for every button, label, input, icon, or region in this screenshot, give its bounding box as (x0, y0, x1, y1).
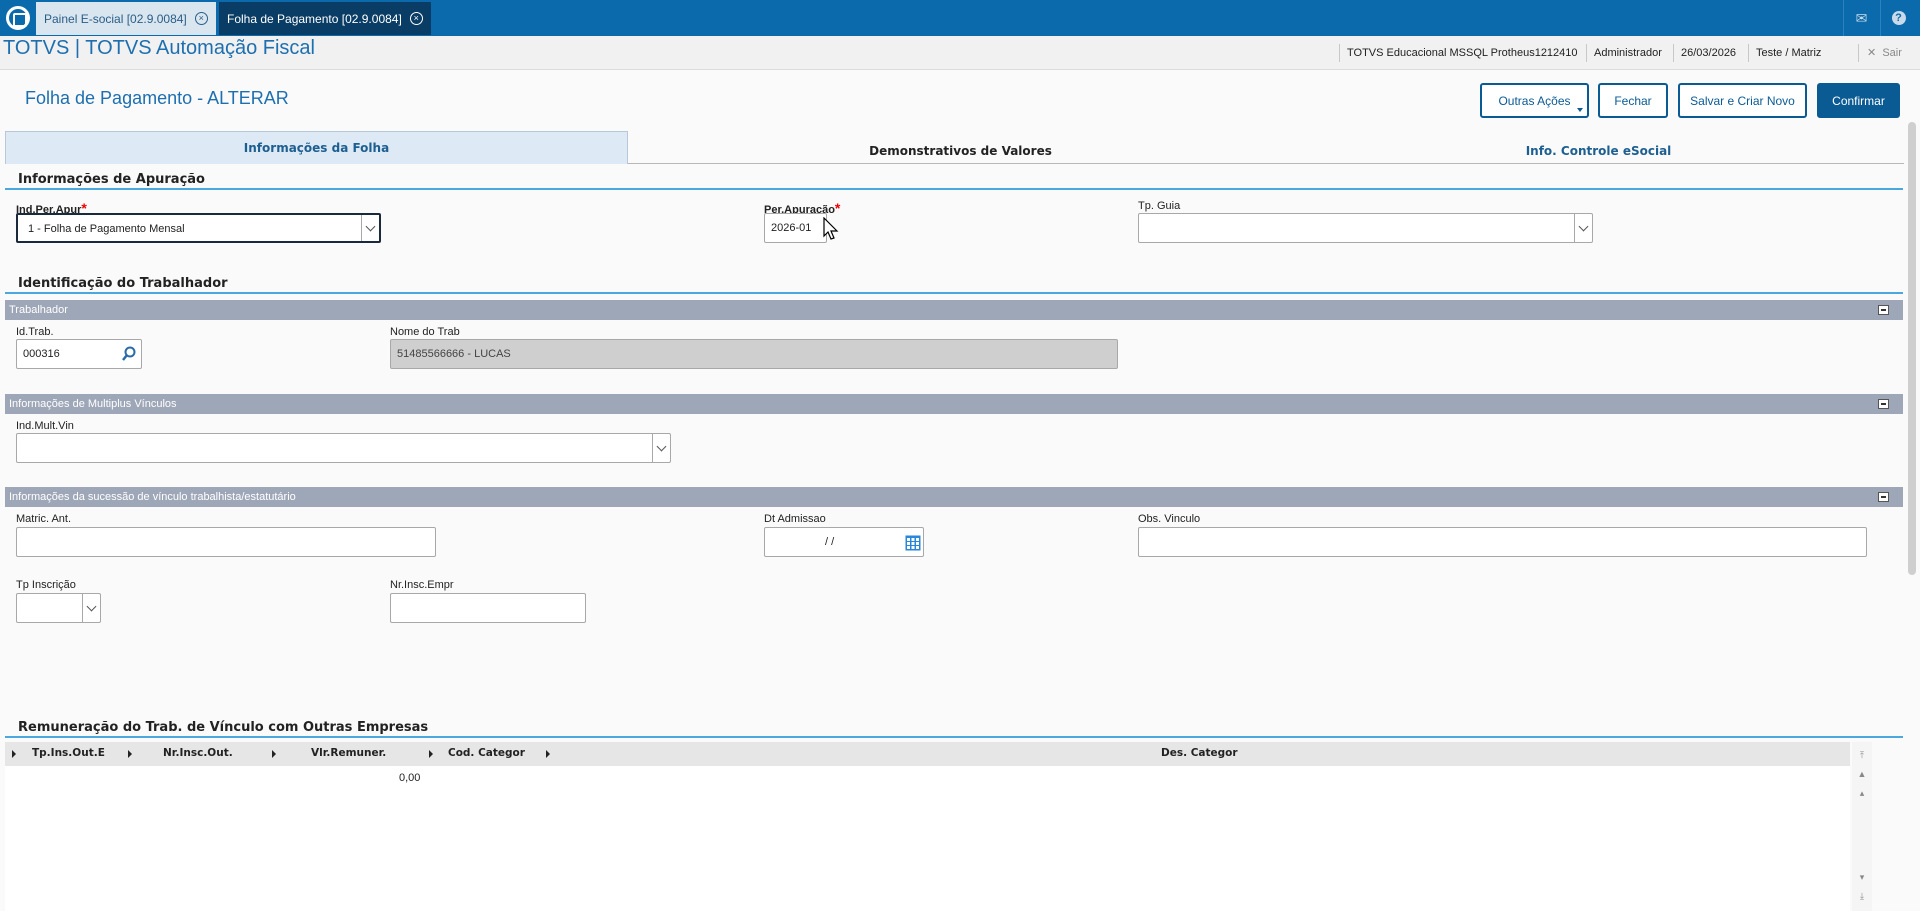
tp-guia-select[interactable] (1138, 213, 1593, 243)
id-trab-value: 000316 (23, 348, 60, 360)
branch-info[interactable]: Teste / Matriz (1748, 44, 1828, 62)
tab-folha-pagamento[interactable]: Folha de Pagamento [02.9.0084] × (219, 2, 431, 35)
tp-inscricao-label: Tp Inscrição (16, 579, 76, 591)
matric-ant-label: Matric. Ant. (16, 513, 72, 525)
page-title: Folha de Pagamento - ALTERAR (25, 88, 289, 108)
id-trab-input[interactable]: 000316 (16, 339, 142, 369)
tab-informacoes-folha[interactable]: Informações da Folha (5, 131, 628, 164)
chevron-down-icon[interactable] (82, 594, 100, 622)
dt-admissao-value: / / (825, 536, 835, 548)
grid-header: Tp.Ins.Out.E Nr.Insc.Out. Vlr.Remuner. C… (5, 742, 1850, 766)
divider (5, 188, 1903, 190)
ind-mult-vin-select[interactable] (16, 433, 671, 463)
ind-per-apur-select[interactable]: 1 - Folha de Pagamento Mensal (16, 213, 381, 243)
grid-body: 0,00 (5, 766, 1850, 911)
last-page-icon[interactable]: ⤓ (1855, 889, 1869, 903)
group-sucessao-vinculo: Informações da sucessão de vínculo traba… (5, 487, 1903, 507)
tp-guia-label: Tp. Guia (1138, 200, 1181, 212)
chevron-down-icon[interactable] (652, 434, 670, 462)
section-remuneracao-title: Remuneração do Trab. de Vínculo com Outr… (18, 720, 429, 735)
tab-demonstrativos[interactable]: Demonstrativos de Valores (628, 131, 1293, 164)
obs-vinculo-input[interactable] (1138, 527, 1867, 557)
nome-trab-input: 51485566666 - LUCAS (390, 339, 1118, 369)
dt-admissao-input[interactable]: / / (764, 527, 924, 557)
column-header[interactable]: Cod. Categor (448, 747, 525, 759)
ind-mult-vin-label: Ind.Mult.Vin (16, 420, 74, 432)
group-trabalhador: Trabalhador (5, 300, 1903, 320)
collapse-icon[interactable] (1878, 492, 1889, 502)
app-title: TOTVS | TOTVS Automação Fiscal (3, 37, 315, 59)
per-apuracao-input[interactable]: 2026-01 (764, 213, 827, 243)
section-apuracao-title: Informações de Apuração (18, 172, 205, 187)
column-header[interactable]: Vlr.Remuner. (311, 747, 386, 759)
search-icon[interactable] (121, 345, 137, 361)
group-label: Informações da sucessão de vínculo traba… (9, 491, 296, 503)
id-trab-label: Id.Trab. (16, 326, 54, 338)
scrollbar-thumb[interactable] (1908, 122, 1916, 575)
nome-trab-label: Nome do Trab (390, 326, 460, 338)
close-icon[interactable]: × (409, 12, 423, 25)
tab-painel-esocial[interactable]: Painel E-social [02.9.0084] × (36, 2, 216, 35)
user-info: Administrador (1586, 44, 1669, 62)
divider (5, 292, 1903, 294)
totvs-logo-icon (6, 6, 30, 30)
caret-down-icon (1577, 108, 1583, 112)
dt-admissao-label: Dt Admissao (764, 513, 826, 525)
table-cell: 0,00 (399, 772, 421, 784)
main-content: Folha de Pagamento - ALTERAR Outras Açõe… (0, 70, 1920, 911)
help-icon[interactable]: ? (1880, 0, 1916, 36)
column-header[interactable]: Nr.Insc.Out. (163, 747, 233, 759)
totvs-menu-button[interactable] (0, 0, 36, 36)
chevron-down-icon[interactable] (1574, 214, 1592, 242)
app-header: TOTVS | TOTVS Automação Fiscal TOTVS Edu… (0, 36, 1920, 70)
grid-navigation: ⤒ ▲ ▴ ▾ ⤓ (1852, 742, 1872, 911)
divider (5, 736, 1903, 738)
tab-label: Folha de Pagamento [02.9.0084] (227, 11, 402, 26)
sort-arrow-icon[interactable] (128, 750, 132, 758)
group-label: Trabalhador (9, 304, 68, 316)
table-row[interactable]: 0,00 (5, 766, 1850, 788)
row-down-icon[interactable]: ▾ (1855, 870, 1869, 884)
mail-icon[interactable]: ✉ (1843, 0, 1879, 36)
first-page-icon[interactable]: ⤒ (1855, 748, 1869, 762)
calendar-icon[interactable] (905, 534, 921, 551)
close-button[interactable]: Fechar (1598, 83, 1668, 118)
other-actions-label: Outras Ações (1498, 93, 1571, 108)
group-label: Informações de Multiplus Vínculos (9, 398, 177, 410)
matric-ant-input[interactable] (16, 527, 436, 557)
close-icon: ✕ (1867, 47, 1877, 59)
page-up-icon[interactable]: ▲ (1855, 767, 1869, 781)
sort-arrow-icon[interactable] (272, 750, 276, 758)
other-actions-button[interactable]: Outras Ações (1480, 83, 1589, 118)
nr-insc-empr-input[interactable] (390, 593, 586, 623)
collapse-icon[interactable] (1878, 399, 1889, 409)
tab-label: Painel E-social [02.9.0084] (44, 11, 187, 26)
sort-arrow-icon[interactable] (429, 750, 433, 758)
group-multiplos-vinculos: Informações de Multiplus Vínculos (5, 394, 1903, 414)
top-bar: Painel E-social [02.9.0084] × Folha de P… (0, 0, 1920, 36)
vertical-scrollbar[interactable] (1906, 112, 1918, 905)
environment-info: TOTVS Educacional MSSQL Protheus1212410 (1339, 44, 1585, 62)
tp-inscricao-select[interactable] (16, 593, 101, 623)
confirm-button[interactable]: Confirmar (1817, 83, 1900, 118)
nr-insc-empr-label: Nr.Insc.Empr (390, 579, 454, 591)
close-icon[interactable]: × (194, 12, 208, 25)
save-and-new-button[interactable]: Salvar e Criar Novo (1678, 83, 1807, 118)
collapse-icon[interactable] (1878, 305, 1889, 315)
column-header[interactable]: Des. Categor (1161, 747, 1238, 759)
form-tabs: Informações da Folha Demonstrativos de V… (5, 131, 1904, 164)
date-info: 26/03/2026 (1673, 44, 1743, 62)
tab-controle-esocial[interactable]: Info. Controle eSocial (1293, 131, 1904, 164)
obs-vinculo-label: Obs. Vinculo (1138, 513, 1201, 525)
chevron-down-icon[interactable] (361, 215, 379, 241)
sort-arrow-icon[interactable] (12, 750, 16, 758)
row-up-icon[interactable]: ▴ (1855, 786, 1869, 800)
column-header[interactable]: Tp.Ins.Out.E (32, 747, 105, 759)
logout-label: Sair (1882, 47, 1902, 59)
section-trabalhador-title: Identificação do Trabalhador (18, 276, 228, 291)
sort-arrow-icon[interactable] (546, 750, 550, 758)
ind-per-apur-value: 1 - Folha de Pagamento Mensal (28, 223, 185, 235)
logout-button[interactable]: ✕ Sair (1858, 44, 1902, 62)
